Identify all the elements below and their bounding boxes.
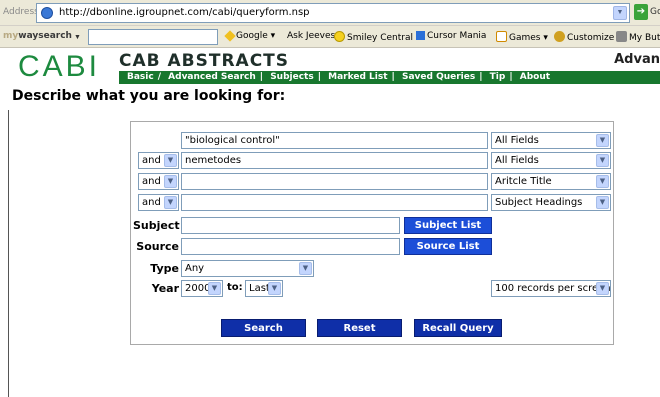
toolbar-search-input[interactable] bbox=[88, 29, 218, 45]
toolbar-google[interactable]: Google ▾ bbox=[224, 30, 275, 42]
mywaysearch-logo[interactable]: mywaysearch bbox=[3, 31, 72, 41]
search-term-input[interactable]: nemetodes bbox=[181, 152, 488, 169]
nav-marked-list[interactable]: Marked List bbox=[328, 72, 387, 82]
customize-icon bbox=[554, 31, 565, 42]
chevron-down-icon: ▼ bbox=[268, 282, 281, 295]
nav-about[interactable]: About bbox=[520, 72, 550, 82]
subject-list-button[interactable]: Subject List bbox=[404, 217, 492, 234]
nav-saved-queries[interactable]: Saved Queries bbox=[402, 72, 475, 82]
address-url: http://dbonline.igroupnet.com/cabi/query… bbox=[59, 7, 310, 18]
field-select[interactable]: All Fields ▼ bbox=[491, 152, 611, 169]
address-input[interactable]: http://dbonline.igroupnet.com/cabi/query… bbox=[36, 3, 630, 23]
query-row: and ▼ nemetodes All Fields ▼ bbox=[131, 152, 615, 171]
chevron-down-icon: ▼ bbox=[164, 196, 177, 209]
nav-advanced-search[interactable]: Advanced Search bbox=[168, 72, 256, 82]
query-row: "biological control" All Fields ▼ bbox=[131, 132, 615, 151]
operator-select[interactable]: and ▼ bbox=[138, 173, 179, 190]
cabi-logo[interactable]: CABI bbox=[18, 51, 100, 83]
search-term-input[interactable]: "biological control" bbox=[181, 132, 488, 149]
chevron-down-icon: ▼ bbox=[596, 282, 609, 295]
site-header: CABI CAB ABSTRACTS Advan Basic / Advanced… bbox=[8, 49, 660, 87]
field-select[interactable]: Subject Headings ▼ bbox=[491, 194, 611, 211]
site-title: CAB ABSTRACTS bbox=[119, 51, 290, 71]
search-term-input[interactable] bbox=[181, 173, 488, 190]
games-icon bbox=[496, 31, 507, 42]
reset-button[interactable]: Reset bbox=[317, 319, 402, 337]
chevron-down-icon: ▼ bbox=[596, 175, 609, 188]
source-label: Source bbox=[136, 240, 179, 253]
google-icon bbox=[224, 30, 236, 42]
chevron-down-icon: ▼ bbox=[596, 154, 609, 167]
subject-input[interactable] bbox=[181, 217, 400, 234]
toolbar-games[interactable]: Games ▾ bbox=[496, 31, 548, 43]
search-term-input[interactable] bbox=[181, 194, 488, 211]
year-from-select[interactable]: 2000 ▼ bbox=[181, 280, 223, 297]
field-select[interactable]: All Fields ▼ bbox=[491, 132, 611, 149]
chevron-down-icon: ▼ bbox=[208, 282, 221, 295]
source-input[interactable] bbox=[181, 238, 400, 255]
source-list-button[interactable]: Source List bbox=[404, 238, 492, 255]
records-per-screen-select[interactable]: 100 records per screen ▼ bbox=[491, 280, 611, 297]
address-label: Address bbox=[3, 7, 39, 17]
cursor-icon bbox=[416, 31, 425, 40]
chevron-down-icon: ▼ bbox=[596, 134, 609, 147]
year-to-label: to: bbox=[227, 282, 243, 293]
page-heading: Describe what you are looking for: bbox=[12, 88, 286, 104]
recall-query-button[interactable]: Recall Query bbox=[414, 319, 502, 337]
operator-select[interactable]: and ▼ bbox=[138, 152, 179, 169]
query-row: and ▼ Aritcle Title ▼ bbox=[131, 173, 615, 192]
chevron-down-icon[interactable]: ▼ bbox=[74, 34, 81, 41]
nav-tip[interactable]: Tip bbox=[490, 72, 506, 82]
nav-basic[interactable]: Basic bbox=[127, 72, 154, 82]
site-nav: Basic / Advanced Search | Subjects | Marked… bbox=[119, 71, 660, 84]
toolbar-smiley-central[interactable]: Smiley Central bbox=[334, 31, 413, 43]
chevron-down-icon: ▼ bbox=[299, 262, 312, 275]
smiley-icon bbox=[334, 31, 345, 42]
go-arrow-icon[interactable]: ➔ bbox=[634, 4, 648, 20]
toolbar-customize[interactable]: Customize bbox=[554, 31, 614, 43]
toolbar-cursor-mania[interactable]: Cursor Mania bbox=[416, 31, 486, 41]
nav-subjects[interactable]: Subjects bbox=[270, 72, 314, 82]
year-to-select[interactable]: Last ▼ bbox=[245, 280, 283, 297]
toolbar-ask-jeeves[interactable]: Ask Jeeves bbox=[287, 31, 335, 41]
left-divider bbox=[8, 110, 9, 397]
chevron-down-icon[interactable]: ▼ bbox=[613, 6, 627, 20]
year-label: Year bbox=[151, 282, 179, 295]
advanced-search-form: "biological control" All Fields ▼ and ▼ ne… bbox=[130, 121, 614, 345]
type-select[interactable]: Any ▼ bbox=[181, 260, 314, 277]
operator-select[interactable]: and ▼ bbox=[138, 194, 179, 211]
header-right-text: Advan bbox=[614, 52, 660, 67]
go-button[interactable]: Go bbox=[650, 7, 660, 17]
browser-toolbar: mywaysearch ▼ Google ▾ Ask Jeeves Smiley… bbox=[0, 26, 660, 48]
toolbar-my-button[interactable]: My Button bbox=[616, 31, 660, 43]
chevron-down-icon: ▼ bbox=[164, 175, 177, 188]
type-label: Type bbox=[150, 262, 179, 275]
address-bar: Address http://dbonline.igroupnet.com/ca… bbox=[0, 0, 660, 26]
button-icon bbox=[616, 31, 627, 42]
field-select[interactable]: Aritcle Title ▼ bbox=[491, 173, 611, 190]
chevron-down-icon: ▼ bbox=[164, 154, 177, 167]
subject-label: Subject bbox=[133, 219, 180, 232]
page-icon bbox=[41, 7, 53, 19]
search-button[interactable]: Search bbox=[221, 319, 306, 337]
query-row: and ▼ Subject Headings ▼ bbox=[131, 194, 615, 213]
chevron-down-icon: ▼ bbox=[596, 196, 609, 209]
